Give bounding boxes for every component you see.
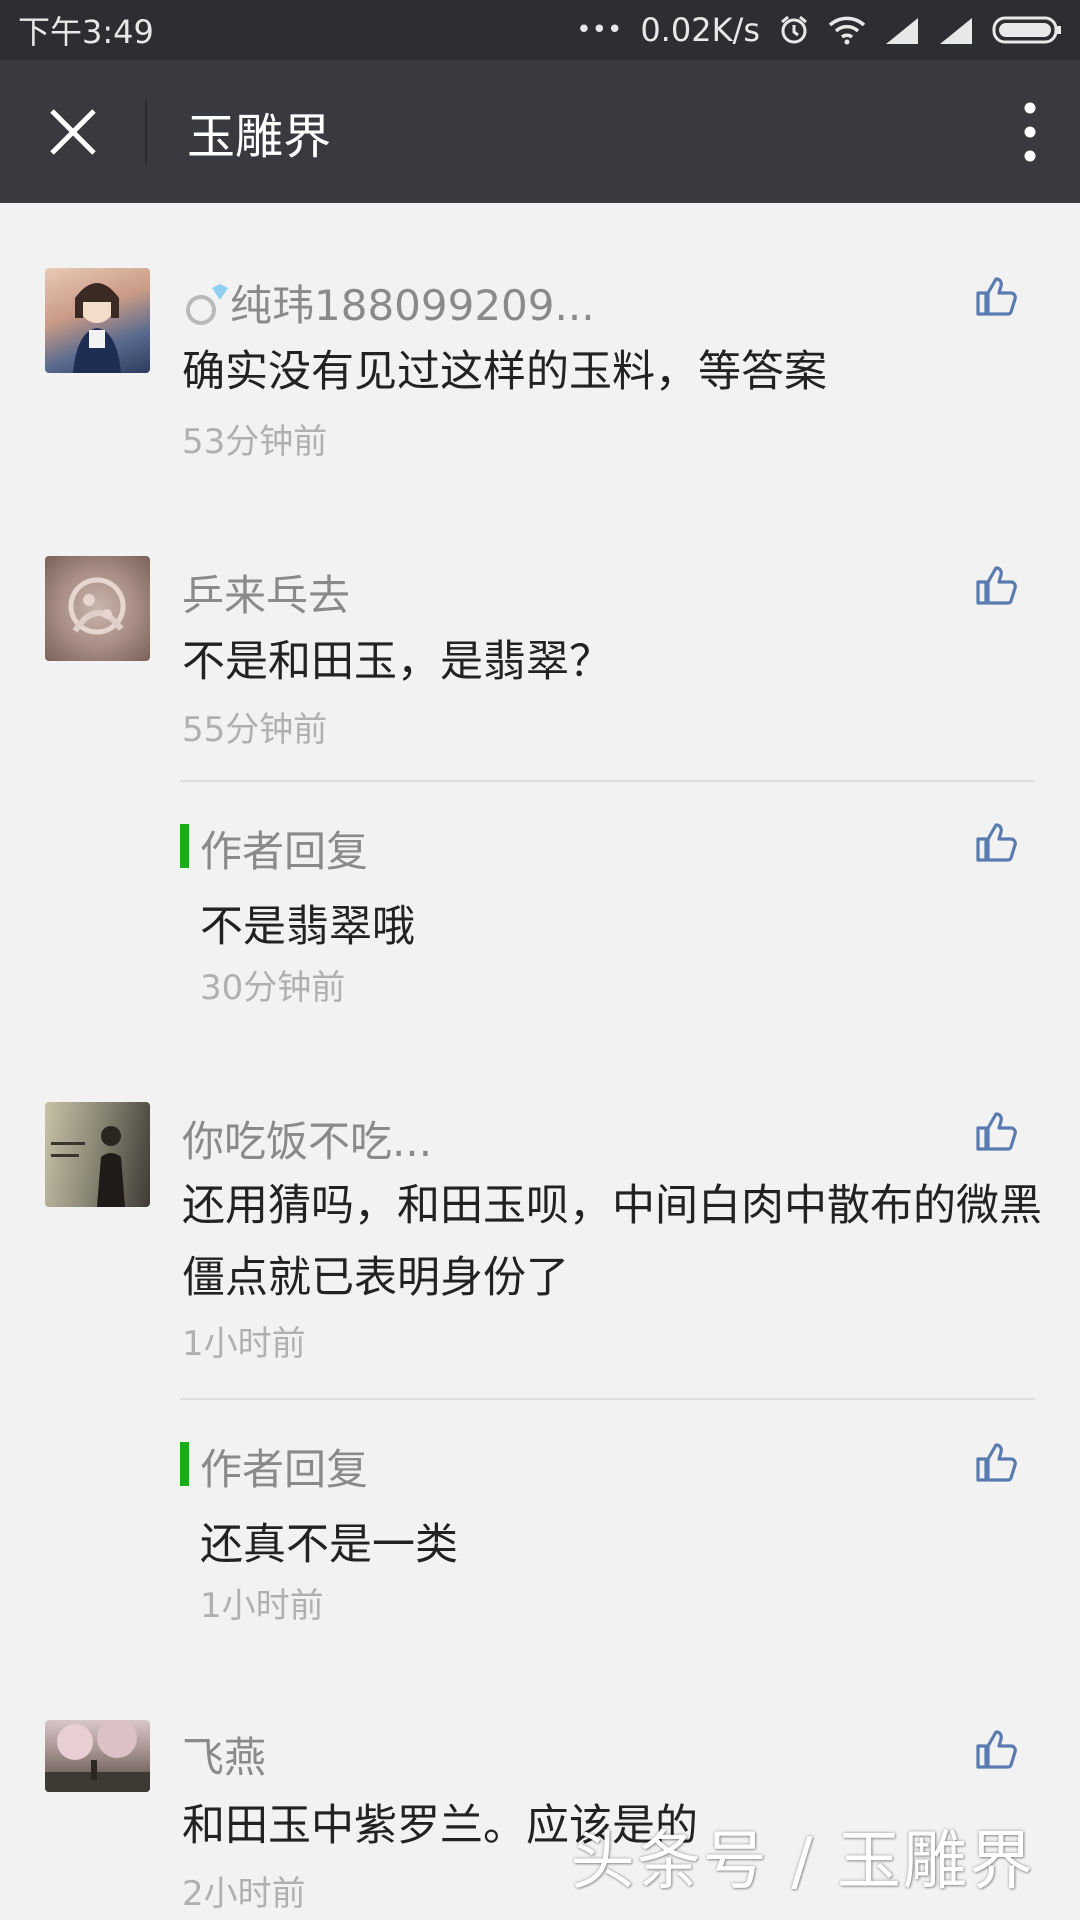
author-reply-marker — [180, 1442, 189, 1486]
author-reply-time: 1小时前 — [200, 1586, 324, 1626]
signal-icon — [938, 16, 974, 44]
like-icon[interactable] — [974, 820, 1018, 864]
avatar[interactable] — [45, 268, 150, 373]
signal-icon — [884, 16, 920, 44]
comment-content: 不是和田玉，是翡翠？ — [182, 637, 612, 687]
status-bar: 下午3:49 ••• 0.02K/s — [0, 0, 1080, 60]
comment-content: 确实没有见过这样的玉料，等答案 — [182, 347, 827, 397]
title-divider — [145, 99, 147, 164]
author-reply-content: 还真不是一类 — [200, 1520, 458, 1570]
close-button[interactable] — [0, 60, 145, 203]
title-bar: 玉雕界 — [0, 60, 1080, 203]
author-reply-content: 不是翡翠哦 — [200, 902, 415, 952]
author-reply-label: 作者回复 — [200, 827, 369, 876]
alarm-icon — [778, 14, 810, 46]
comment-nickname[interactable]: 你吃饭不吃... — [182, 1108, 432, 1169]
avatar[interactable] — [45, 1102, 150, 1207]
comment-content: 还用猜吗，和田玉呗，中间白肉中散布的微黑僵点就已表明身份了 — [182, 1181, 1042, 1303]
more-vertical-icon — [1024, 102, 1036, 161]
author-reply-label: 作者回复 — [200, 1445, 369, 1494]
more-button[interactable] — [980, 60, 1080, 203]
battery-icon — [992, 15, 1062, 45]
wifi-icon — [828, 15, 866, 45]
comment-time: 2小时前 — [182, 1874, 306, 1914]
avatar[interactable] — [45, 1720, 150, 1792]
author-reply-marker — [180, 824, 189, 868]
comment-time: 55分钟前 — [182, 710, 328, 750]
net-speed: 0.02K/s — [640, 11, 760, 49]
status-time: 下午3:49 — [18, 13, 154, 51]
watermark: 头条号 / 玉雕界 — [570, 1825, 1035, 1899]
page-title: 玉雕界 — [187, 108, 332, 165]
comment-nickname[interactable]: 飞燕 — [182, 1724, 266, 1785]
comment-time: 53分钟前 — [182, 422, 328, 462]
reply-divider — [180, 780, 1035, 782]
comment-time: 1小时前 — [182, 1324, 306, 1364]
comment-nickname[interactable]: 纯玮188099209... — [182, 272, 595, 336]
reply-divider — [180, 1398, 1035, 1400]
close-icon — [49, 108, 96, 155]
comment-nickname[interactable]: 乒来乓去 — [182, 562, 350, 623]
like-icon[interactable] — [974, 1727, 1018, 1771]
avatar[interactable] — [45, 556, 150, 661]
diamond-ring-icon — [182, 282, 230, 336]
like-icon[interactable] — [974, 1440, 1018, 1484]
status-icons: ••• 0.02K/s — [576, 11, 1062, 49]
author-reply-time: 30分钟前 — [200, 968, 346, 1008]
like-icon[interactable] — [974, 563, 1018, 607]
like-icon[interactable] — [974, 1109, 1018, 1153]
more-dots-icon: ••• — [576, 15, 623, 45]
like-icon[interactable] — [974, 274, 1018, 318]
